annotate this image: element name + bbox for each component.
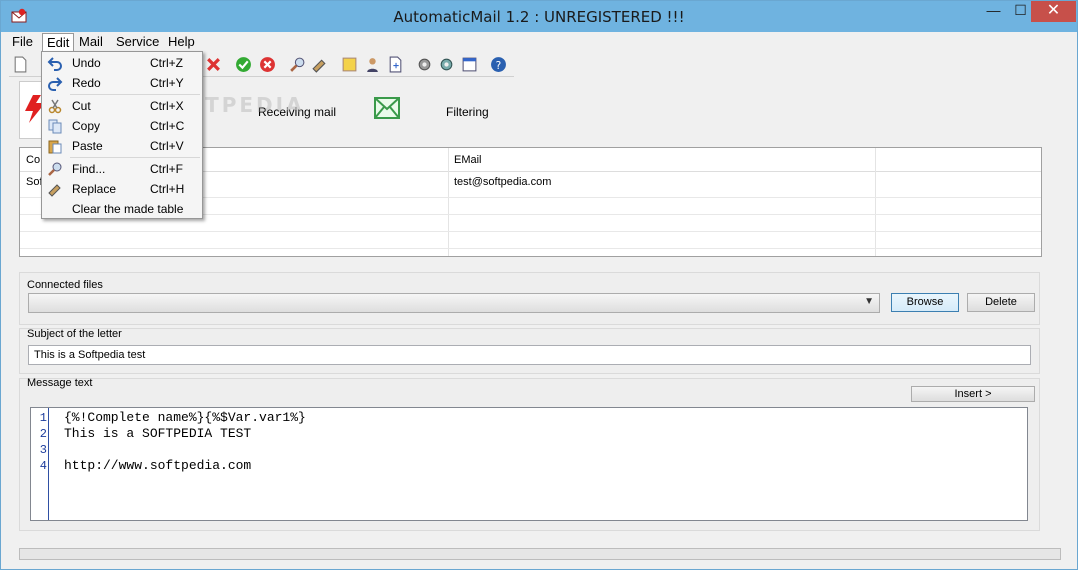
- note-icon[interactable]: [341, 56, 358, 73]
- chevron-down-icon[interactable]: ▼: [864, 296, 874, 307]
- title-bar[interactable]: AutomaticMail 1.2 : UNREGISTERED !!! — ☐…: [1, 1, 1077, 32]
- menu-item-find[interactable]: Find... Ctrl+F: [42, 159, 202, 179]
- menu-mail[interactable]: Mail: [79, 34, 103, 49]
- line-number: 4: [39, 459, 47, 473]
- envelope-icon[interactable]: [374, 97, 400, 119]
- code-line[interactable]: This is a SOFTPEDIA TEST: [64, 426, 251, 441]
- code-line[interactable]: {%!Complete name%}{%$Var.var1%}: [64, 410, 306, 425]
- paste-icon: [48, 140, 62, 154]
- subject-label: Subject of the letter: [27, 328, 122, 340]
- message-label: Message text: [27, 377, 93, 389]
- window-icon[interactable]: [461, 56, 478, 73]
- settings-icon[interactable]: [416, 56, 433, 73]
- connected-files-label: Connected files: [27, 279, 103, 291]
- minimize-button[interactable]: —: [980, 1, 1007, 22]
- search-icon[interactable]: [289, 56, 306, 73]
- message-editor[interactable]: 1 2 3 4 {%!Complete name%}{%$Var.var1%} …: [30, 407, 1028, 521]
- status-bar: [19, 548, 1061, 560]
- menu-item-copy[interactable]: Copy Ctrl+C: [42, 116, 202, 136]
- line-number: 1: [39, 411, 47, 425]
- delete-button[interactable]: Delete: [967, 293, 1035, 312]
- menu-item-undo[interactable]: Undo Ctrl+Z: [42, 53, 202, 73]
- redo-icon: [48, 77, 63, 91]
- filtering-tab[interactable]: Filtering: [446, 105, 489, 119]
- replace-icon[interactable]: [311, 56, 328, 73]
- menu-item-replace[interactable]: Replace Ctrl+H: [42, 179, 202, 199]
- user-icon[interactable]: [364, 56, 381, 73]
- copy-icon: [48, 119, 62, 134]
- line-number: 2: [39, 427, 47, 441]
- gear-icon[interactable]: [438, 56, 455, 73]
- insert-button[interactable]: Insert >: [911, 386, 1035, 402]
- help-icon[interactable]: ?: [490, 56, 507, 73]
- column-header-email[interactable]: EMail: [454, 154, 482, 166]
- connected-files-select[interactable]: ▼: [28, 293, 880, 313]
- new-document-icon[interactable]: [12, 56, 29, 73]
- menu-item-paste[interactable]: Paste Ctrl+V: [42, 136, 202, 156]
- subject-input[interactable]: This is a Softpedia test: [28, 345, 1031, 365]
- undo-icon: [47, 57, 62, 71]
- menu-item-cut[interactable]: Cut Ctrl+X: [42, 96, 202, 116]
- menu-bar: File Edit Mail Service Help: [2, 32, 1077, 52]
- replace-icon: [48, 184, 61, 197]
- menu-item-redo[interactable]: Redo Ctrl+Y: [42, 73, 202, 93]
- document-icon[interactable]: [387, 56, 404, 73]
- app-window: AutomaticMail 1.2 : UNREGISTERED !!! — ☐…: [0, 0, 1078, 570]
- menu-edit[interactable]: Edit: [42, 33, 75, 52]
- maximize-button[interactable]: ☐: [1007, 1, 1034, 22]
- close-button[interactable]: ✕: [1031, 1, 1076, 22]
- column-header[interactable]: Co: [26, 154, 40, 166]
- code-line[interactable]: http://www.softpedia.com: [64, 458, 251, 473]
- ok-icon[interactable]: [235, 56, 252, 73]
- cancel-icon[interactable]: [259, 56, 276, 73]
- menu-help[interactable]: Help: [168, 34, 195, 49]
- edit-menu-dropdown: Undo Ctrl+Z Redo Ctrl+Y Cut Ctrl+X Copy …: [41, 51, 203, 219]
- line-number: 3: [39, 443, 47, 457]
- svg-text:?: ?: [496, 59, 502, 72]
- browse-button[interactable]: Browse: [891, 293, 959, 312]
- menu-file[interactable]: File: [12, 34, 33, 49]
- find-icon: [48, 162, 62, 176]
- menu-service[interactable]: Service: [116, 34, 159, 49]
- menu-item-clear-table[interactable]: Clear the made table: [42, 199, 202, 219]
- table-cell-email[interactable]: test@softpedia.com: [454, 176, 551, 188]
- delete-icon[interactable]: [205, 56, 222, 73]
- window-title: AutomaticMail 1.2 : UNREGISTERED !!!: [393, 8, 685, 26]
- cut-icon: [48, 99, 62, 114]
